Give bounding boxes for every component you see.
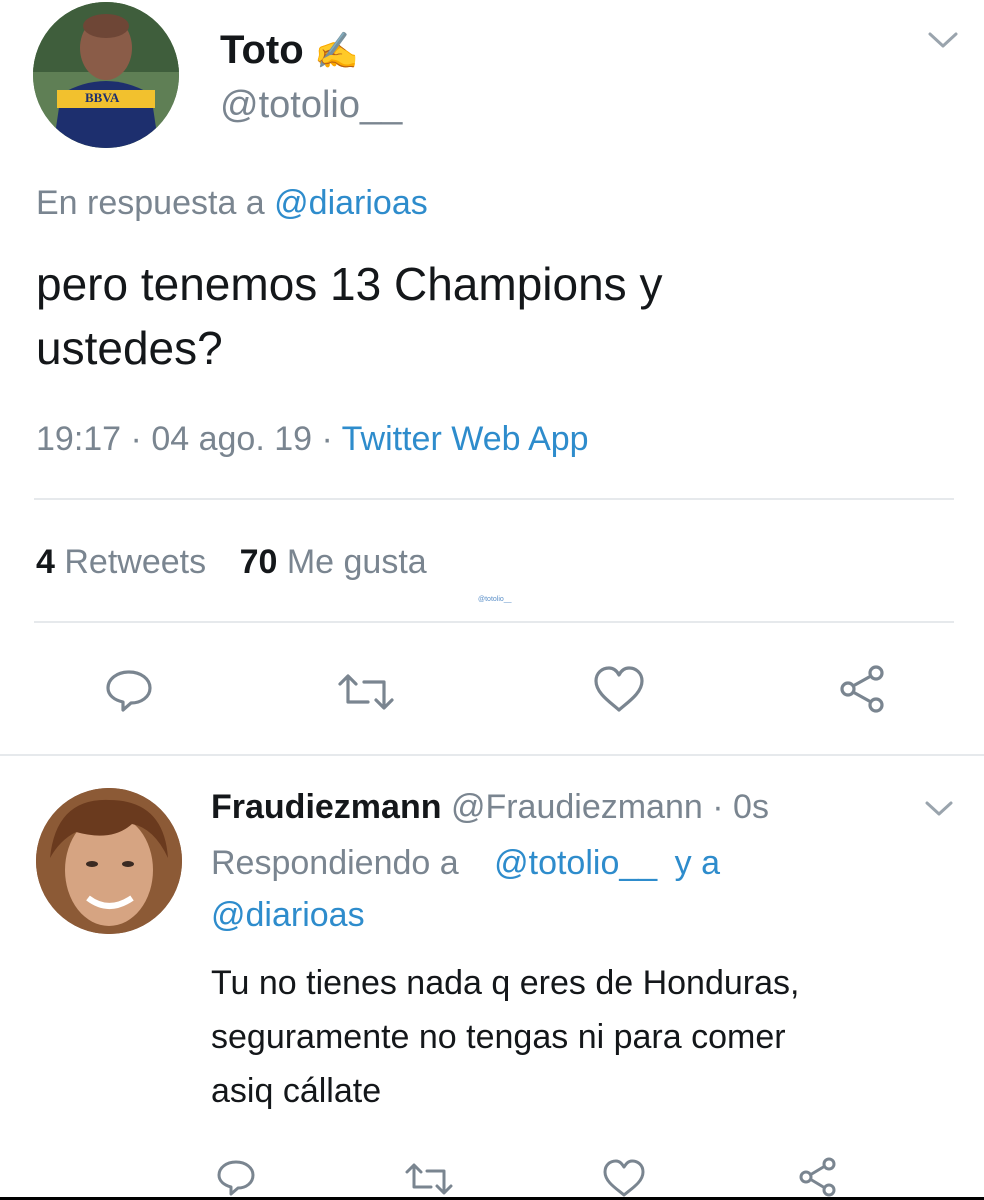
- meta-separator: ·: [321, 420, 333, 458]
- tweet-time[interactable]: 19:17: [36, 420, 121, 458]
- retweets-label: Retweets: [64, 543, 207, 581]
- tweet-avatar[interactable]: BBVA: [33, 2, 179, 148]
- reply-text-line: seguramente no tengas ni para comer: [211, 1018, 786, 1056]
- tweet-text-line: pero tenemos 13 Champions y: [36, 258, 663, 310]
- reply-avatar[interactable]: [36, 788, 182, 934]
- share-icon[interactable]: [836, 664, 890, 714]
- reply-context: En respuesta a @diarioas: [36, 184, 428, 223]
- replying-and: y a: [674, 844, 720, 882]
- retweet-icon[interactable]: [404, 1162, 454, 1196]
- like-icon[interactable]: [602, 1158, 646, 1198]
- like-icon[interactable]: [592, 664, 646, 714]
- likes-label: Me gusta: [286, 543, 427, 581]
- likes-count: 70: [239, 543, 278, 581]
- watermark: @totolio__: [478, 596, 512, 603]
- meta-separator: ·: [712, 788, 724, 826]
- handle[interactable]: @totolio__: [220, 84, 402, 127]
- reply-text-line: Tu no tienes nada q eres de Honduras,: [211, 964, 800, 1002]
- reply-icon[interactable]: [216, 1158, 256, 1198]
- tweet-source[interactable]: Twitter Web App: [342, 420, 589, 458]
- reply-header: Fraudiezmann @Fraudiezmann · 0s: [211, 788, 769, 827]
- reply-time[interactable]: 0s: [733, 788, 769, 826]
- chevron-down-icon[interactable]: [924, 800, 954, 818]
- retweets-stat[interactable]: 4 Retweets: [36, 543, 216, 581]
- reply-handle[interactable]: @Fraudiezmann: [451, 788, 703, 826]
- reply-icon[interactable]: [104, 668, 154, 714]
- divider: [34, 621, 954, 623]
- tweet-meta: 19:17 · 04 ago. 19 · Twitter Web App: [36, 420, 589, 459]
- retweets-count: 4: [36, 543, 55, 581]
- replying-user-link[interactable]: @diarioas: [211, 896, 365, 935]
- retweet-icon[interactable]: [336, 672, 396, 712]
- avatar-image: [33, 2, 179, 148]
- share-icon[interactable]: [796, 1156, 840, 1198]
- meta-separator: ·: [130, 420, 142, 458]
- tweet-stats: 4 Retweets 70 Me gusta: [36, 543, 427, 582]
- tweet-author[interactable]: Toto ✍: [220, 28, 359, 73]
- tweet-text: pero tenemos 13 Champions y ustedes?: [36, 252, 662, 380]
- divider: [0, 754, 984, 756]
- reply-to-link[interactable]: @diarioas: [274, 184, 428, 222]
- replying-user-link[interactable]: @totolio__: [494, 844, 657, 882]
- reply-text: Tu no tienes nada q eres de Honduras, se…: [211, 956, 799, 1118]
- likes-stat[interactable]: 70 Me gusta: [240, 543, 427, 581]
- reply-text-line: asiq cállate: [211, 1072, 382, 1110]
- replying-to: Respondiendo a @totolio__ y a: [211, 844, 720, 883]
- reply-prefix: En respuesta a: [36, 184, 275, 222]
- jersey-sponsor-text: BBVA: [85, 90, 120, 105]
- chevron-down-icon[interactable]: [926, 30, 960, 50]
- display-name[interactable]: Toto: [220, 28, 304, 72]
- avatar-image: [36, 788, 182, 934]
- writing-hand-emoji: ✍: [314, 30, 359, 71]
- replying-prefix: Respondiendo a: [211, 844, 459, 882]
- reply-display-name[interactable]: Fraudiezmann: [211, 788, 441, 826]
- divider: [34, 498, 954, 500]
- tweet-date[interactable]: 04 ago. 19: [151, 420, 312, 458]
- tweet-text-line: ustedes?: [36, 322, 223, 374]
